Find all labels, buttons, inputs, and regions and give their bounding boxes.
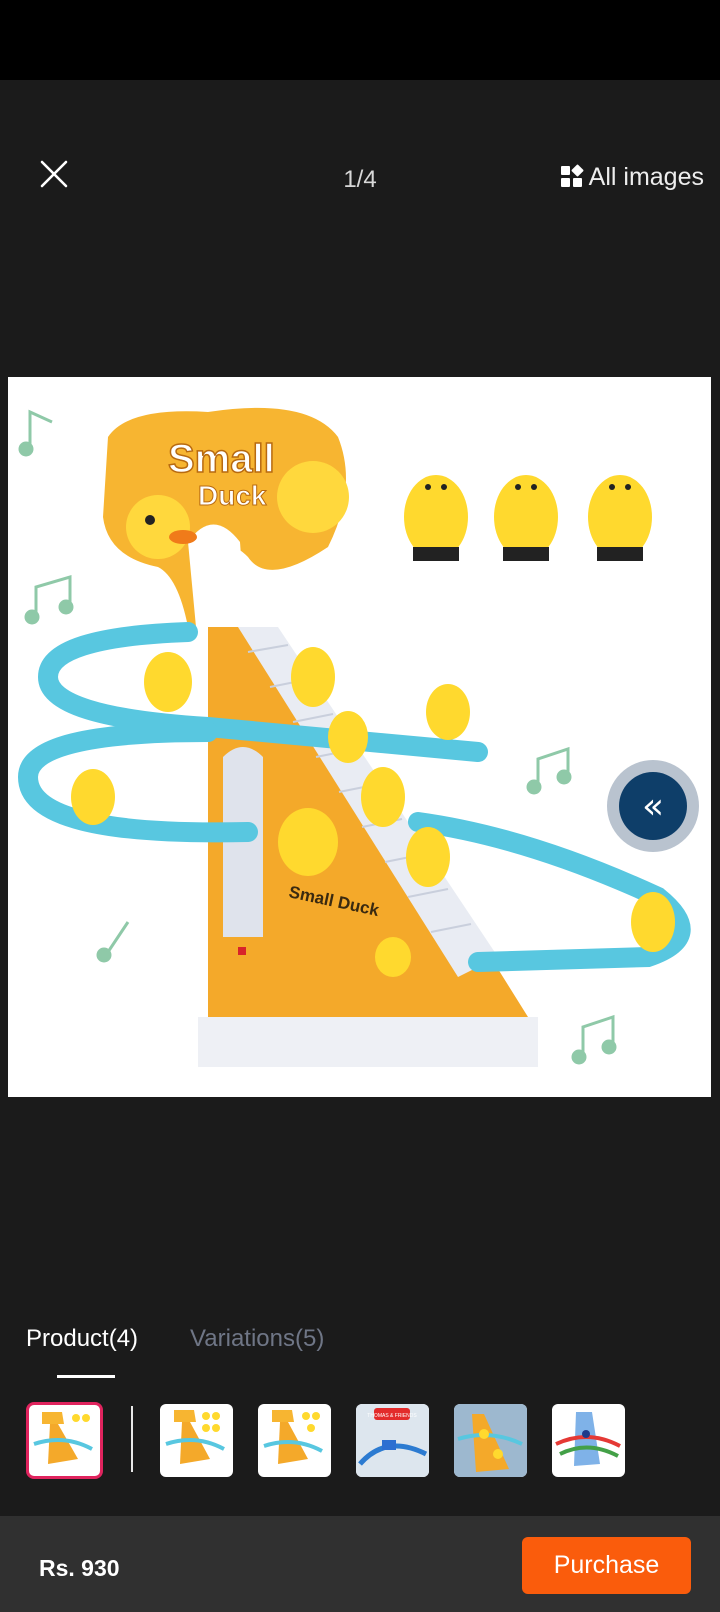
thumbnail-2[interactable]: [160, 1404, 233, 1477]
product-illustration: Small Duck Small Duck: [17, 407, 691, 1067]
thumbnail-1[interactable]: [26, 1402, 103, 1479]
product-image[interactable]: Small Duck Small Duck: [8, 377, 711, 1097]
sign-subtitle: Duck: [198, 480, 267, 511]
tab-variations[interactable]: Variations(5): [190, 1325, 324, 1353]
price: Rs. 930: [39, 1555, 120, 1581]
active-tab-indicator: [57, 1375, 115, 1378]
thumbnail-4[interactable]: THOMAS & FRIENDS: [356, 1404, 429, 1477]
thumbnail-6[interactable]: [552, 1404, 625, 1477]
purchase-button[interactable]: Purchase: [522, 1537, 691, 1594]
all-images-button[interactable]: All images: [560, 160, 704, 194]
thumbnail-strip: THOMAS & FRIENDS: [0, 1402, 720, 1479]
double-chevron-left-icon: «: [641, 785, 665, 827]
tab-product[interactable]: Product(4): [26, 1325, 138, 1353]
thumbnail-4-text: THOMAS & FRIENDS: [367, 1413, 417, 1419]
thumbnail-5[interactable]: [454, 1404, 527, 1477]
thumbnail-3[interactable]: [258, 1404, 331, 1477]
sign-title: Small: [168, 437, 275, 481]
thumbnail-divider: [131, 1406, 133, 1472]
media-tabs: Product(4) Variations(5): [26, 1325, 324, 1353]
grid-icon: [560, 164, 584, 188]
collapse-button[interactable]: «: [607, 760, 699, 852]
status-bar: [0, 0, 720, 80]
all-images-label: All images: [588, 162, 704, 191]
